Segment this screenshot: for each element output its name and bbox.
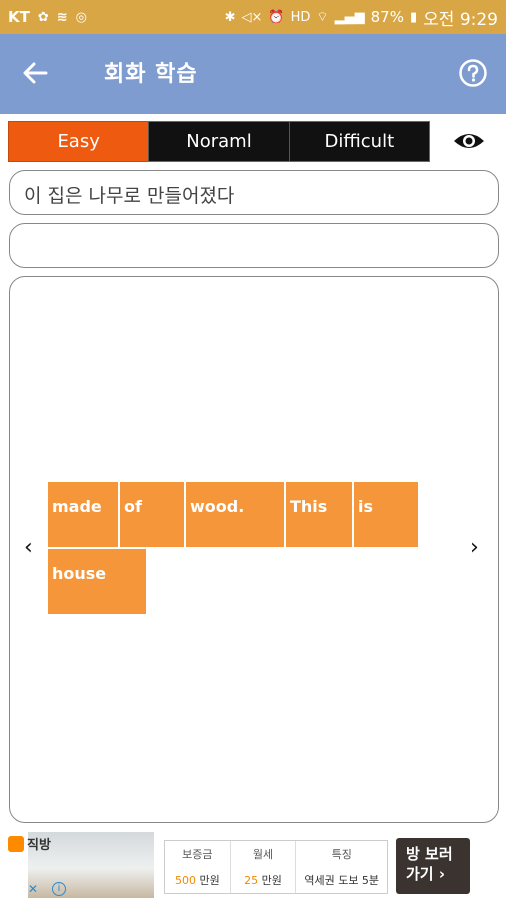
tab-difficult[interactable]: Difficult: [288, 122, 429, 161]
ad-col-header: 특징: [331, 848, 352, 861]
ad-cta-line2: 가기 ›: [406, 865, 446, 883]
signal-icon: ▂▄▆: [334, 9, 365, 25]
eye-icon[interactable]: [452, 128, 486, 154]
word-tile-area: ‹ › made of wood. This is house: [9, 276, 499, 823]
tab-normal[interactable]: Noraml: [148, 122, 289, 161]
ad-col-header: 보증금: [182, 848, 213, 861]
help-icon[interactable]: [458, 58, 488, 88]
difficulty-tabs: Easy Noraml Difficult: [8, 121, 430, 162]
ad-info-table: 보증금 500 만원 월세 25 만원 특징 역세권 도보 5분: [164, 840, 388, 894]
next-arrow-icon[interactable]: ›: [470, 535, 479, 560]
battery-icon: ▮: [409, 9, 418, 25]
house-icon: [8, 835, 24, 852]
status-time: 오전 9:29: [423, 9, 498, 30]
ad-banner[interactable]: 직방 ✕ i 보증금 500 만원 월세 25 만원 특징 역세권 도보 5분 …: [0, 830, 506, 900]
carrier-label: KT: [8, 8, 30, 26]
mute-icon: ◁×: [241, 9, 263, 25]
word-tile[interactable]: This: [286, 482, 352, 547]
answer-field[interactable]: [9, 223, 499, 268]
ad-col-rent: 월세 25 만원: [231, 841, 297, 893]
ad-info-icon[interactable]: i: [52, 882, 66, 896]
tab-easy[interactable]: Easy: [9, 122, 149, 161]
ad-col-value: 25 만원: [244, 874, 282, 887]
notification-icon: ✿: [37, 9, 49, 25]
ad-col-value: 역세권 도보 5분: [304, 874, 380, 887]
ad-cta-button[interactable]: 방 보러 가기 ›: [396, 838, 470, 894]
word-tile[interactable]: wood.: [186, 482, 284, 547]
ad-cta-line1: 방 보러: [406, 845, 453, 863]
word-tile[interactable]: is: [354, 482, 418, 547]
ad-col-header: 월세: [252, 848, 274, 861]
korean-sentence-field: 이 집은 나무로 만들어졌다: [9, 170, 499, 215]
ad-close-icon[interactable]: ✕: [28, 882, 38, 896]
ad-col-value: 500 만원: [174, 874, 220, 887]
battery-percent: 87%: [370, 8, 404, 26]
word-tile[interactable]: made: [48, 482, 118, 547]
ad-col-deposit: 보증금 500 만원: [165, 841, 231, 893]
ad-brand-name: 직방: [27, 838, 51, 853]
hd-icon: HD: [290, 9, 311, 25]
back-arrow-icon[interactable]: [20, 58, 50, 88]
sync-icon: ◎: [75, 9, 88, 25]
app-bar: 회화 학습: [0, 34, 506, 114]
status-bar: KT ✿ ≋ ◎ ✱ ◁× ⏰ HD ⌔ ▂▄▆ 87% ▮ 오전 9:29: [0, 0, 506, 34]
wifi-icon: ⌔: [316, 10, 329, 25]
ad-col-feature: 특징 역세권 도보 5분: [296, 841, 387, 893]
word-tile[interactable]: of: [120, 482, 184, 547]
weather-icon: ≋: [56, 9, 68, 25]
alarm-icon: ⏰: [268, 9, 285, 25]
page-title: 회화 학습: [104, 62, 198, 87]
bluetooth-icon: ✱: [224, 9, 236, 25]
prev-arrow-icon[interactable]: ‹: [24, 535, 33, 560]
ad-brand-logo: 직방: [8, 834, 51, 853]
word-tile[interactable]: house: [48, 549, 146, 614]
